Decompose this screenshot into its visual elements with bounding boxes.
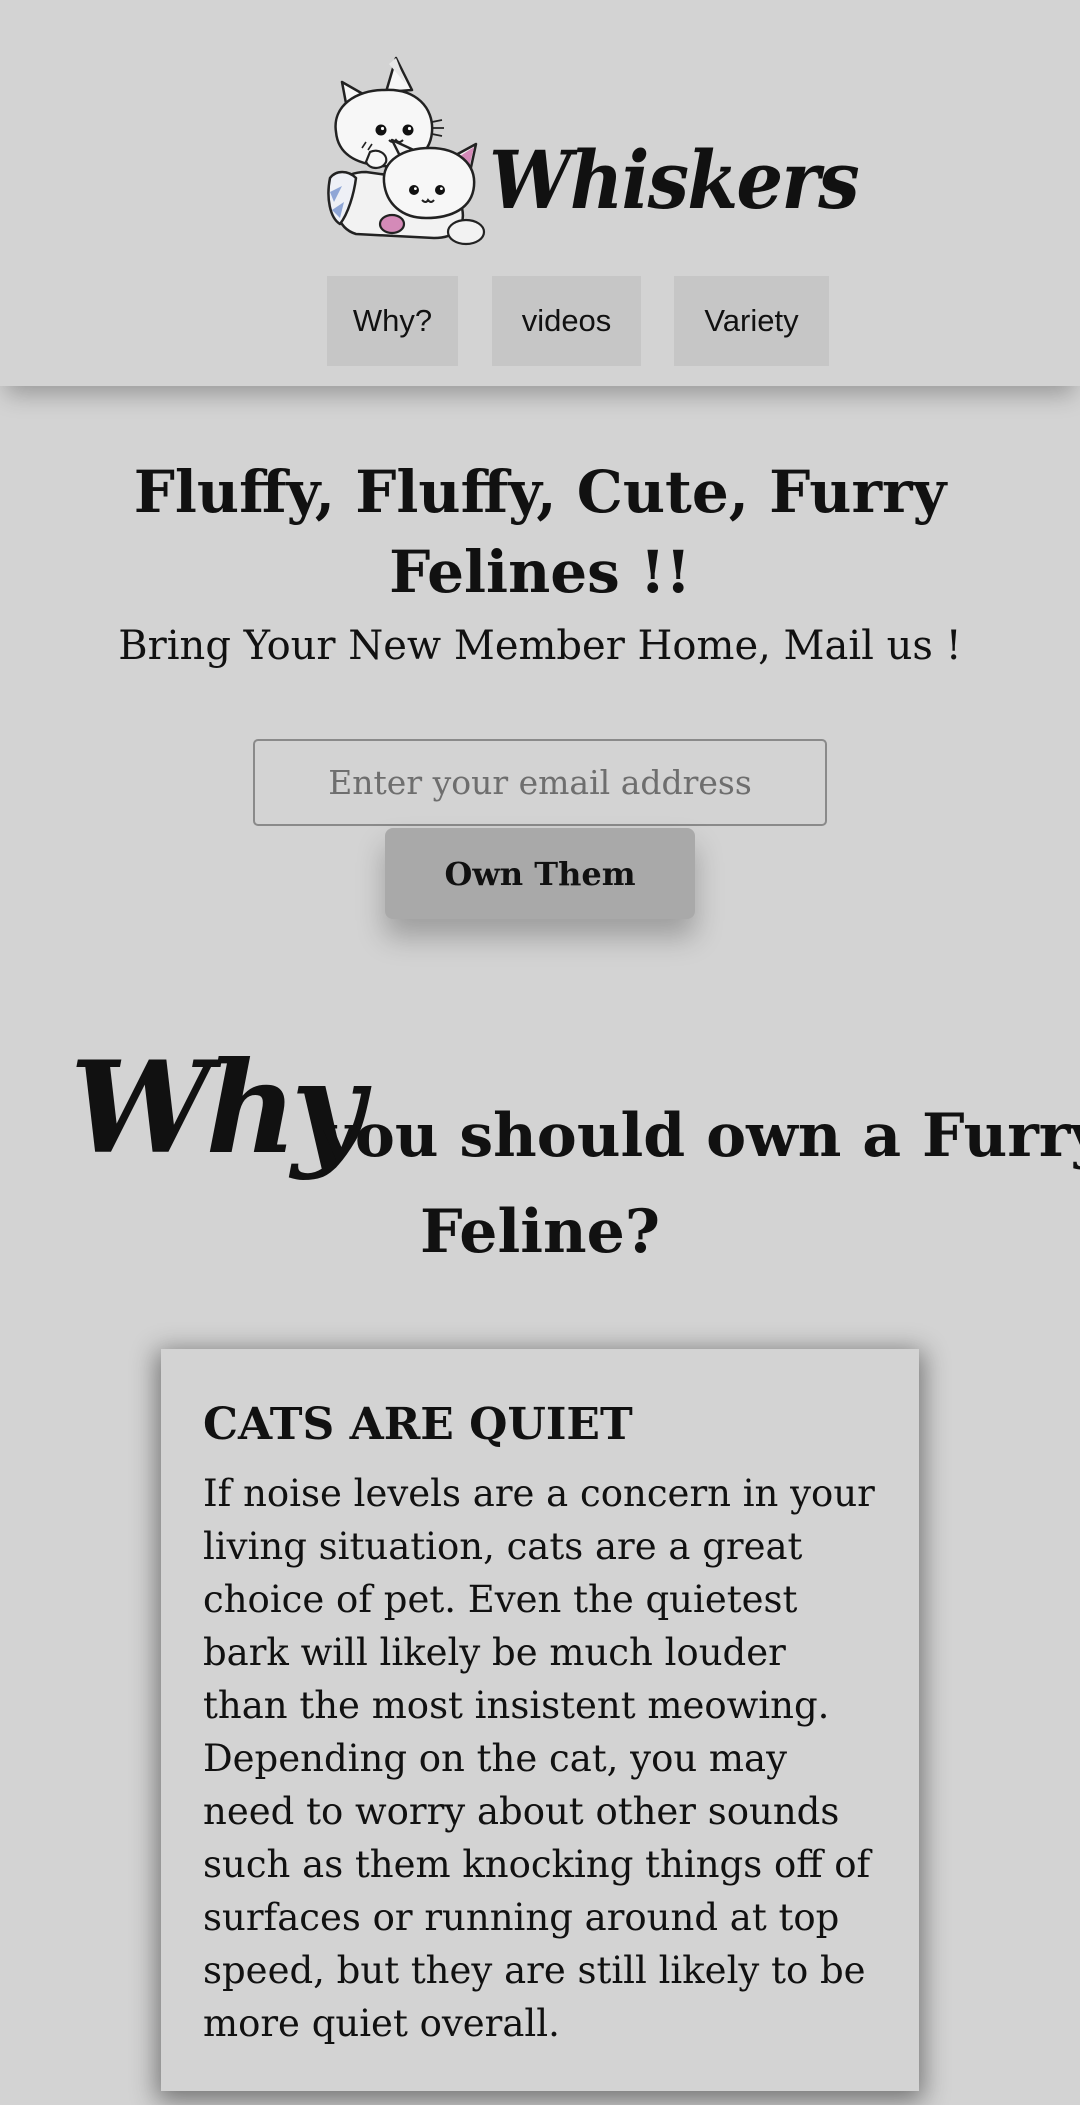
hero-subtitle: Bring Your New Member Home, Mail us ! (118, 623, 962, 669)
reason-card: CATS ARE QUIET If noise levels are a con… (161, 1349, 919, 2091)
card-title: CATS ARE QUIET (203, 1399, 633, 1450)
why-heading-line2: Feline? (419, 1197, 661, 1267)
why-heading-line1: you should own a Furry (320, 1101, 1080, 1171)
nav-item-videos[interactable]: videos (492, 276, 641, 366)
why-heading-emphasis: Why (70, 1034, 364, 1182)
card-text: If noise levels are a concern in your li… (203, 1472, 875, 2045)
brand[interactable]: Whiskers (326, 52, 860, 252)
nav-item-variety[interactable]: Variety (674, 276, 829, 366)
brand-name: Whiskers (489, 133, 860, 227)
email-input[interactable] (253, 739, 827, 826)
two-kittens-logo-icon (327, 56, 486, 246)
main-nav: Why? videos Variety (0, 276, 1080, 366)
nav-item-why[interactable]: Why? (327, 276, 458, 366)
site-header: Whiskers Why? videos Variety (0, 0, 1080, 386)
own-them-button[interactable]: Own Them (385, 828, 695, 919)
why-heading: Why you should own a Furry Feline? (40, 1034, 1080, 1285)
hero-title: Fluffy, Fluffy, Cute, Furry Felines !! (133, 458, 947, 606)
